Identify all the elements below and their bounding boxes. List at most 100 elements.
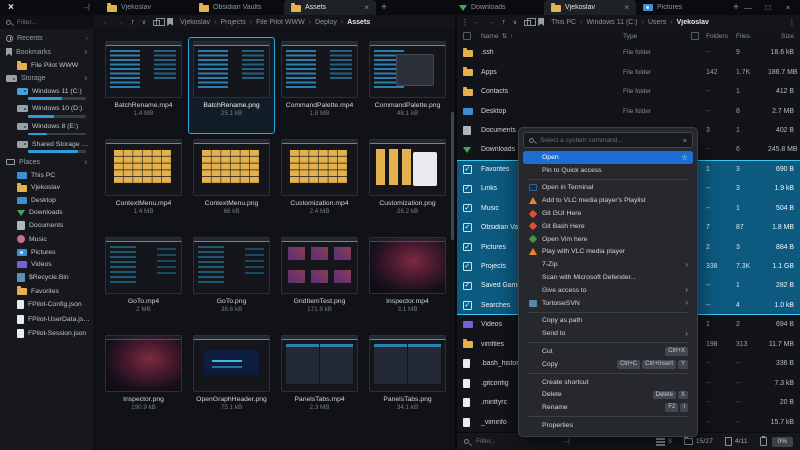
- tab-assets[interactable]: Assets×: [284, 0, 376, 15]
- breadcrumb-item-projects[interactable]: Projects: [220, 19, 245, 26]
- up-icon[interactable]: ↑: [131, 17, 135, 27]
- menu-item-tortoisesvn[interactable]: TortoiseSVN›: [523, 297, 693, 310]
- new-tab-button[interactable]: +: [376, 0, 392, 15]
- chevron-icon[interactable]: ›: [86, 36, 88, 42]
- duplicate-pane-icon[interactable]: [524, 20, 531, 26]
- tab-vjekoslav[interactable]: Vjekoslav: [100, 0, 192, 15]
- breadcrumb-item-this-pc[interactable]: This PC: [551, 19, 576, 26]
- grid-item-griditemtest-png[interactable]: GridItemTest.png171.9 kB: [276, 233, 363, 330]
- chevron-icon[interactable]: ∨: [84, 75, 88, 82]
- tab-close-icon[interactable]: ×: [364, 4, 369, 12]
- sidebar-pin-icon[interactable]: →|: [82, 4, 89, 11]
- sidebar-item-desktop[interactable]: Desktop: [0, 194, 94, 206]
- grid-item-inspector-mp4[interactable]: Inspector.mp43.1 MB: [364, 233, 451, 330]
- menu-item-copy-as-path[interactable]: Copy as path: [523, 315, 693, 328]
- sidebar-section-header-storage[interactable]: Storage∨: [0, 72, 94, 85]
- grid-item-contextmenu-mp4[interactable]: ContextMenu.mp41.4 MB: [100, 135, 187, 232]
- sidebar-item-file-pilot-www[interactable]: File Pilot WWW: [0, 59, 94, 72]
- tab-obsidian-vaults[interactable]: Obsidian Vaults: [192, 0, 284, 15]
- row-checkbox[interactable]: ✓: [463, 223, 472, 232]
- sidebar-item-windows-8-e[interactable]: Windows 8 (E:): [0, 121, 94, 133]
- sidebar-item-fpilot-session-json[interactable]: FPilot-Session.json: [0, 326, 94, 340]
- sidebar-item-fpilot-config-json[interactable]: FPilot-Config.json: [0, 298, 94, 312]
- menu-item-7-zip[interactable]: 7-Zip›: [523, 258, 693, 271]
- grid-item-batchrename-mp4[interactable]: BatchRename.mp41.4 MB: [100, 37, 187, 134]
- pane-options-icon[interactable]: ⋮: [784, 18, 800, 27]
- sidebar-item-videos[interactable]: Videos: [0, 258, 94, 270]
- grid-item-contextmenu-png[interactable]: ContextMenu.png66 kB: [188, 135, 275, 232]
- filter-options-icon[interactable]: →|: [562, 438, 569, 445]
- menu-item-send-to[interactable]: Send to›: [523, 327, 693, 340]
- close-icon[interactable]: ×: [683, 136, 687, 145]
- history-chevron-icon[interactable]: ∨: [142, 19, 146, 26]
- menu-item-give-access-to[interactable]: Give access to›: [523, 284, 693, 297]
- row-checkbox[interactable]: ✓: [463, 262, 472, 271]
- chevron-icon[interactable]: ∨: [84, 159, 88, 166]
- sidebar-filter-input[interactable]: [17, 19, 77, 26]
- minimize-button[interactable]: —: [738, 0, 758, 15]
- back-icon[interactable]: ←: [473, 17, 481, 27]
- breadcrumb-item-vjekoslav[interactable]: Vjekoslav: [180, 19, 210, 26]
- column-header-type[interactable]: Type: [623, 33, 689, 40]
- back-icon[interactable]: ←: [102, 17, 110, 27]
- command-search-input[interactable]: [540, 137, 679, 144]
- menu-item-properties[interactable]: Properties: [523, 419, 693, 432]
- history-chevron-icon[interactable]: ∨: [513, 19, 517, 26]
- menu-item-scan-with-microsoft-defender[interactable]: Scan with Microsoft Defender...: [523, 271, 693, 284]
- tab-pictures[interactable]: Pictures: [636, 0, 728, 15]
- grid-scrollbar[interactable]: [451, 112, 454, 240]
- menu-item-copy[interactable]: CopyCtrl+CCtrl+InsertY: [523, 358, 693, 371]
- table-row-ssh[interactable]: .sshFile folder--918.6 kB: [457, 43, 800, 62]
- pane-filter-input[interactable]: [476, 438, 531, 445]
- menu-item-delete[interactable]: DeleteDeleteX: [523, 389, 693, 402]
- grid-item-panelstabs-png[interactable]: PanelsTabs.png34.1 kB: [364, 331, 451, 428]
- command-search[interactable]: ×: [523, 132, 693, 148]
- grid-item-opengraphheader-png[interactable]: OpenGraphHeader.png75.1 kB: [188, 331, 275, 428]
- row-checkbox[interactable]: ✓: [463, 301, 472, 310]
- menu-item-play-with-vlc-media-player[interactable]: Play with VLC media player: [523, 246, 693, 259]
- menu-item-open-vim-here[interactable]: Open Vim here: [523, 233, 693, 246]
- grid-item-goto-mp4[interactable]: GoTo.mp42 MB: [100, 233, 187, 330]
- menu-item-pin-to-quick-access[interactable]: Pin to Quick access: [523, 164, 693, 177]
- tab-close-icon[interactable]: ×: [624, 4, 629, 12]
- type-filter-icon[interactable]: [691, 32, 699, 40]
- grid-item-customization-png[interactable]: Customization.png26.2 kB: [364, 135, 451, 232]
- sidebar-item-shared-storage-t[interactable]: Shared Storage (T:): [0, 138, 94, 150]
- sidebar-item-this-pc[interactable]: This PC: [0, 169, 94, 181]
- menu-item-open[interactable]: Open☆: [523, 151, 693, 164]
- row-checkbox[interactable]: ✓: [463, 243, 472, 252]
- sidebar-item-pictures[interactable]: Pictures: [0, 246, 94, 258]
- select-all-checkbox[interactable]: [463, 32, 471, 40]
- maximize-button[interactable]: □: [758, 0, 778, 15]
- breadcrumb-item-assets[interactable]: Assets: [347, 19, 370, 26]
- table-row-desktop[interactable]: DesktopFile folder--82.7 MB: [457, 101, 800, 120]
- menu-item-create-shortcut[interactable]: Create shortcut: [523, 376, 693, 389]
- sidebar-item-downloads[interactable]: Downloads: [0, 207, 94, 219]
- menu-item-cut[interactable]: CutCtrl+X: [523, 345, 693, 358]
- close-button[interactable]: ×: [778, 0, 798, 15]
- table-row-contacts[interactable]: ContactsFile folder--1412 B: [457, 82, 800, 101]
- row-checkbox[interactable]: ✓: [463, 282, 472, 291]
- grid-item-goto-png[interactable]: GoTo.png38.6 kB: [188, 233, 275, 330]
- sidebar-item-vjekoslav[interactable]: Vjekoslav: [0, 181, 94, 194]
- sidebar-item-windows-10-d[interactable]: Windows 10 (D:): [0, 103, 94, 115]
- sidebar-item-fpilot-userdata-json[interactable]: FPilot-UserData.json: [0, 312, 94, 326]
- grid-item-commandpalette-mp4[interactable]: CommandPalette.mp41.8 MB: [276, 37, 363, 134]
- sidebar-section-header-places[interactable]: Places∨: [0, 156, 94, 169]
- forward-icon[interactable]: →: [488, 17, 496, 27]
- sidebar-item-windows-11-c[interactable]: Windows 11 (C:): [0, 85, 94, 97]
- column-header-name[interactable]: Name ⇅ ↑: [481, 32, 621, 40]
- grid-item-customization-mp4[interactable]: Customization.mp42.4 MB: [276, 135, 363, 232]
- breadcrumb-item-windows-11-c[interactable]: Windows 11 (C:): [586, 19, 637, 26]
- breadcrumb-item-deploy[interactable]: Deploy: [315, 19, 337, 26]
- sidebar-item-recycle-bin[interactable]: $Recycle.Bin: [0, 270, 94, 284]
- grid-item-batchrename-png[interactable]: BatchRename.png25.1 kB: [188, 37, 275, 134]
- sort-icon[interactable]: ⇅: [502, 32, 507, 40]
- column-header-folders[interactable]: Folders: [706, 33, 734, 40]
- menu-item-open-in-terminal[interactable]: Open in Terminal: [523, 182, 693, 195]
- row-checkbox[interactable]: ✓: [463, 185, 472, 194]
- menu-item-git-gui-here[interactable]: Git GUI Here: [523, 207, 693, 220]
- favorite-star-icon[interactable]: ☆: [681, 153, 688, 162]
- row-checkbox[interactable]: ✓: [463, 165, 472, 174]
- menu-item-add-to-vlc-media-player-s-playlist[interactable]: Add to VLC media player's Playlist: [523, 194, 693, 207]
